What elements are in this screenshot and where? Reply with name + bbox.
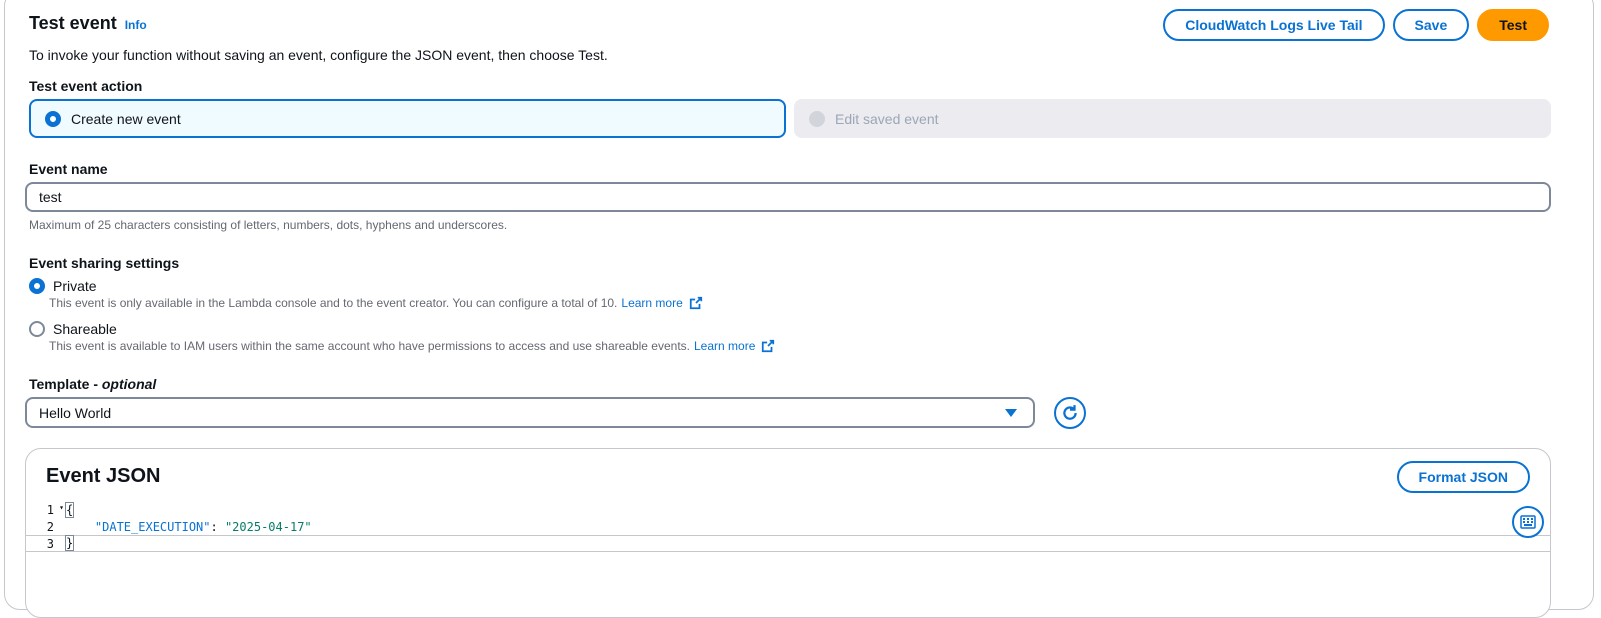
shareable-label: Shareable xyxy=(53,321,117,337)
test-event-action-label: Test event action xyxy=(29,78,143,94)
format-json-button[interactable]: Format JSON xyxy=(1396,461,1530,493)
create-new-event-radio[interactable] xyxy=(45,110,61,127)
private-option[interactable]: Private xyxy=(29,278,97,294)
refresh-icon xyxy=(1063,405,1077,420)
shareable-description-text: This event is available to IAM users wit… xyxy=(49,339,690,353)
shareable-learn-more-link[interactable]: Learn more xyxy=(694,339,755,353)
template-select[interactable]: Hello World xyxy=(25,397,1035,428)
text-cursor xyxy=(73,536,75,551)
page-title: Test event xyxy=(29,13,117,33)
keyboard-icon xyxy=(1520,515,1536,529)
create-new-event-tile[interactable]: Create new event xyxy=(29,99,786,138)
template-label-text: Template - xyxy=(29,376,102,392)
edit-saved-event-label: Edit saved event xyxy=(835,110,939,127)
private-label: Private xyxy=(53,278,97,294)
caret-down-icon xyxy=(1005,408,1017,417)
code-text: } xyxy=(64,535,75,552)
event-json-title: Event JSON xyxy=(46,465,161,487)
private-description: This event is only available in the Lamb… xyxy=(49,296,703,310)
edit-saved-event-tile: Edit saved event xyxy=(794,99,1551,138)
event-name-hint: Maximum of 25 characters consisting of l… xyxy=(29,218,508,232)
live-tail-button[interactable]: CloudWatch Logs Live Tail xyxy=(1163,9,1385,41)
template-label: Template - optional xyxy=(29,376,156,392)
template-selected-value: Hello World xyxy=(39,404,112,421)
header-actions: CloudWatch Logs Live Tail Save Test xyxy=(1163,9,1549,41)
info-link[interactable]: Info xyxy=(125,18,147,32)
line-number: 3 xyxy=(46,536,54,551)
editor-line: 2 "DATE_EXECUTION": "2025-04-17" xyxy=(26,518,1550,535)
private-description-text: This event is only available in the Lamb… xyxy=(49,296,618,310)
line-number: 1 ▾ xyxy=(46,502,64,517)
keyboard-shortcuts-button[interactable] xyxy=(1512,506,1544,538)
external-link-icon[interactable] xyxy=(761,339,775,353)
save-button[interactable]: Save xyxy=(1392,9,1470,41)
test-button[interactable]: Test xyxy=(1477,9,1549,41)
external-link-icon[interactable] xyxy=(689,296,703,310)
shareable-description: This event is available to IAM users wit… xyxy=(49,339,775,353)
edit-saved-event-radio xyxy=(809,110,825,127)
test-event-container: Test event Info CloudWatch Logs Live Tai… xyxy=(4,0,1594,618)
event-json-panel: Event JSON Format JSON 1 ▾ { 2 "DATE_EXEC… xyxy=(25,448,1551,618)
event-name-label: Event name xyxy=(29,161,108,177)
template-optional-text: optional xyxy=(101,376,157,392)
private-learn-more-link[interactable]: Learn more xyxy=(621,296,682,310)
line-number: 2 xyxy=(46,519,54,534)
create-new-event-label: Create new event xyxy=(71,110,181,127)
event-name-input[interactable] xyxy=(25,182,1551,212)
editor-line-active: 3 } xyxy=(26,535,1550,552)
fold-arrow-icon[interactable]: ▾ xyxy=(59,503,64,512)
shareable-radio[interactable] xyxy=(29,321,45,337)
editor-line: 1 ▾ { xyxy=(26,501,1550,518)
private-radio[interactable] xyxy=(29,278,45,294)
page-header: Test event Info xyxy=(29,13,147,34)
refresh-button[interactable] xyxy=(1054,397,1086,429)
page-description: To invoke your function without saving a… xyxy=(29,47,608,63)
code-text: "DATE_EXECUTION": "2025-04-17" xyxy=(94,519,312,534)
shareable-option[interactable]: Shareable xyxy=(29,321,117,337)
json-editor[interactable]: 1 ▾ { 2 "DATE_EXECUTION": "2025-04-17" 3 … xyxy=(26,501,1550,552)
sharing-settings-label: Event sharing settings xyxy=(29,255,180,271)
